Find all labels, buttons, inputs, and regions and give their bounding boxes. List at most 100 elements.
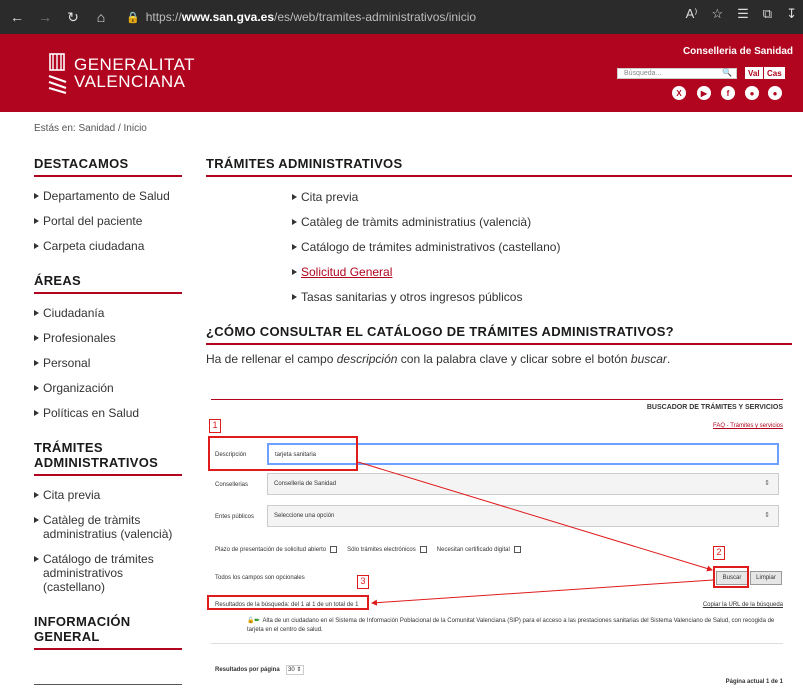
how-text-em1: descripción	[336, 352, 398, 366]
annotation-box-3	[207, 595, 369, 610]
result-item[interactable]: 🔓✏ Alta de un ciudadano en el Sistema de …	[247, 617, 781, 635]
consellerias-select[interactable]: Conselleria de Sanidad ⇕	[267, 473, 779, 495]
lang-val-button[interactable]: Val	[745, 67, 763, 79]
checkbox[interactable]	[419, 546, 427, 553]
refresh-icon[interactable]: ↻	[62, 6, 84, 28]
how-heading: ¿CÓMO CONSULTAR EL CATÁLOGO DE TRÁMITES …	[206, 324, 792, 345]
annotation-box-1	[208, 436, 358, 471]
url-domain: www.san.gva.es	[181, 10, 274, 24]
annotation-label-3: 3	[357, 575, 369, 589]
sidebar-item-profesionales[interactable]: Profesionales	[34, 331, 182, 345]
favorite-icon[interactable]: ☆	[711, 6, 723, 22]
back-icon[interactable]: ←	[6, 6, 28, 28]
chk-certificado[interactable]: Necesitan certificado digital	[437, 546, 521, 553]
sidebar-item-cita[interactable]: Cita previa	[34, 488, 182, 502]
home-icon[interactable]: ⌂	[90, 6, 112, 28]
entes-label: Entes públicos	[215, 514, 255, 520]
divider	[34, 684, 182, 685]
main-heading: TRÁMITES ADMINISTRATIVOS	[206, 156, 792, 177]
downloads-icon[interactable]: ↧	[786, 6, 797, 22]
lock-icon: 🔒	[126, 11, 140, 24]
x-twitter-icon[interactable]: X	[672, 86, 686, 100]
entes-value: Seleccione una opción	[274, 513, 335, 519]
collections-icon[interactable]: ⧉	[763, 6, 772, 22]
search-icon[interactable]: 🔍	[717, 68, 737, 79]
filter-checkboxes: Plazo de presentación de solicitud abier…	[215, 546, 521, 553]
brand-name[interactable]: GENERALITAT VALENCIANA	[74, 56, 195, 90]
lang-cas-button[interactable]: Cas	[764, 67, 785, 79]
sidebar-item-portal[interactable]: Portal del paciente	[34, 214, 182, 228]
tramites-list: Cita previa Catàleg de tràmits administr…	[292, 190, 560, 315]
browser-toolbar: ← → ↻ ⌂ 🔒 https://www.san.gva.es/es/web/…	[0, 0, 803, 34]
select-arrow-icon: ⇕	[764, 480, 770, 487]
how-text-3: .	[666, 352, 671, 366]
sidebar-item-personal[interactable]: Personal	[34, 356, 182, 370]
how-text-em2: buscar	[630, 352, 667, 366]
faq-link[interactable]: FAQ - Trámites y servicios	[713, 423, 783, 429]
flickr-icon[interactable]: ●	[768, 86, 782, 100]
how-paragraph: Ha de rellenar el campo descripción con …	[206, 352, 670, 366]
sidebar-heading-informacion: INFORMACIÓN GENERAL	[34, 614, 182, 650]
annotation-label-2: 2	[713, 546, 725, 560]
per-page-label: Resultados por página	[215, 667, 280, 673]
result-text: Alta de un ciudadano en el Sistema de In…	[247, 618, 775, 633]
sidebar-heading-tramites: TRÁMITES ADMINISTRATIVOS	[34, 440, 182, 476]
annotation-box-2	[713, 566, 749, 588]
list-item-cataleg[interactable]: Catàleg de tràmits administratius (valen…	[292, 215, 560, 229]
site-header: GENERALITAT VALENCIANA Conselleria de Sa…	[0, 34, 803, 112]
how-text-2: con la palabra clave y clicar sobre el b…	[397, 352, 631, 366]
breadcrumb: Estás en: Sanidad / Inicio	[34, 123, 147, 134]
chk-plazo[interactable]: Plazo de presentación de solicitud abier…	[215, 546, 338, 554]
chk-electronicos[interactable]: Sólo trámites electrónicos	[347, 546, 427, 553]
favorites-list-icon[interactable]: ☰	[737, 6, 749, 22]
chk-electronicos-label: Sólo trámites electrónicos	[347, 547, 416, 554]
list-item-cita[interactable]: Cita previa	[292, 190, 560, 204]
sidebar-item-carpeta[interactable]: Carpeta ciudadana	[34, 239, 182, 253]
instagram-icon[interactable]: ●	[745, 86, 759, 100]
limpiar-button[interactable]: Limpiar	[750, 571, 782, 585]
youtube-icon[interactable]: ▶	[697, 86, 711, 100]
checkbox[interactable]	[330, 546, 338, 553]
annotation-label-1: 1	[209, 419, 221, 433]
per-page: Resultados por página 30 ⇕	[215, 665, 304, 675]
list-item-solicitud[interactable]: Solicitud General	[292, 265, 560, 279]
conselleria-label[interactable]: Conselleria de Sanidad	[683, 46, 793, 57]
list-item-tasas[interactable]: Tasas sanitarias y otros ingresos públic…	[292, 290, 560, 304]
panel-topline	[211, 399, 783, 400]
sidebar-item-politicas[interactable]: Políticas en Salud	[34, 406, 182, 420]
sidebar-item-cataleg[interactable]: Catàleg de tràmits administratius (valen…	[34, 513, 182, 541]
sidebar-heading-areas: ÁREAS	[34, 273, 182, 294]
address-bar[interactable]: 🔒 https://www.san.gva.es/es/web/tramites…	[126, 5, 566, 29]
consellerias-label: Consellerias	[215, 482, 249, 488]
sidebar-item-departamento[interactable]: Departamento de Salud	[34, 189, 182, 203]
entes-select[interactable]: Seleccione una opción ⇕	[267, 505, 779, 527]
url-path: /es/web/tramites-administrativos/inicio	[274, 10, 477, 24]
facebook-icon[interactable]: f	[721, 86, 735, 100]
how-text-1: Ha de rellenar el campo	[206, 352, 337, 366]
brand-line-2: VALENCIANA	[74, 72, 186, 91]
sidebar-heading-destacamos: DESTACAMOS	[34, 156, 182, 177]
main-content: TRÁMITES ADMINISTRATIVOS Cita previa Cat…	[206, 156, 792, 366]
brand-line-1: GENERALITAT	[74, 55, 196, 74]
optional-note: Todos los campos son opcionales	[215, 575, 305, 581]
chk-plazo-label: Plazo de presentación de solicitud abier…	[215, 547, 327, 554]
read-aloud-icon[interactable]: A⁾	[686, 6, 698, 22]
chk-certificado-label: Necesitan certificado digital	[436, 547, 510, 554]
page-indicator: Página actual 1 de 1	[725, 679, 783, 685]
url-prefix: https://	[145, 10, 182, 24]
checkbox[interactable]	[513, 546, 521, 553]
buscador-title: BUSCADOR DE TRÁMITES Y SERVICIOS	[646, 404, 783, 411]
select-arrow-icon: ⇕	[764, 512, 770, 519]
generalitat-logo-icon[interactable]	[48, 52, 68, 94]
padlock-icon: 🔓✏	[247, 618, 260, 624]
sidebar-item-catalogo[interactable]: Catálogo de trámites administrativos (ca…	[34, 552, 182, 594]
consellerias-row: Consellerias Conselleria de Sanidad ⇕	[211, 473, 783, 497]
copy-url-link[interactable]: Copiar la URL de la búsqueda	[703, 602, 783, 608]
forward-icon[interactable]: →	[34, 6, 56, 28]
sidebar-item-ciudadania[interactable]: Ciudadanía	[34, 306, 182, 320]
per-page-select[interactable]: 30 ⇕	[285, 665, 304, 675]
consellerias-value: Conselleria de Sanidad	[274, 481, 337, 487]
list-item-catalogo[interactable]: Catálogo de trámites administrativos (ca…	[292, 240, 560, 254]
divider	[211, 643, 783, 644]
sidebar-item-organizacion[interactable]: Organización	[34, 381, 182, 395]
